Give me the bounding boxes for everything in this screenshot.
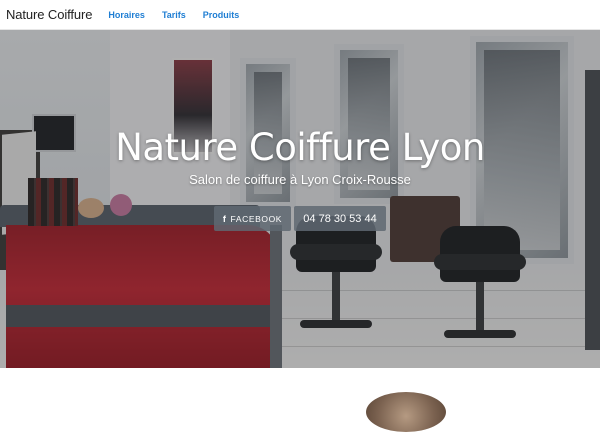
phone-button-label: 04 78 30 53 44 — [303, 212, 377, 225]
nav-link-produits[interactable]: Produits — [203, 10, 240, 20]
facebook-button-label: FACEBOOK — [230, 213, 283, 224]
hero-banner: Nature Coiffure Lyon Salon de coiffure à… — [0, 30, 600, 368]
hero-subtitle: Salon de coiffure à Lyon Croix-Rousse — [189, 172, 411, 187]
nav-link-tarifs[interactable]: Tarifs — [162, 10, 186, 20]
avatar — [366, 392, 446, 432]
top-navbar: Nature Coiffure Horaires Tarifs Produits — [0, 0, 600, 30]
brand-logo-text[interactable]: Nature Coiffure — [6, 7, 93, 22]
hero-title: Nature Coiffure Lyon — [115, 126, 485, 169]
facebook-button[interactable]: f FACEBOOK — [214, 206, 291, 231]
hero-overlay — [0, 30, 600, 368]
nav-link-horaires[interactable]: Horaires — [108, 10, 145, 20]
content-section — [0, 368, 600, 400]
phone-button[interactable]: 04 78 30 53 44 — [294, 206, 386, 231]
facebook-icon: f — [222, 213, 227, 224]
